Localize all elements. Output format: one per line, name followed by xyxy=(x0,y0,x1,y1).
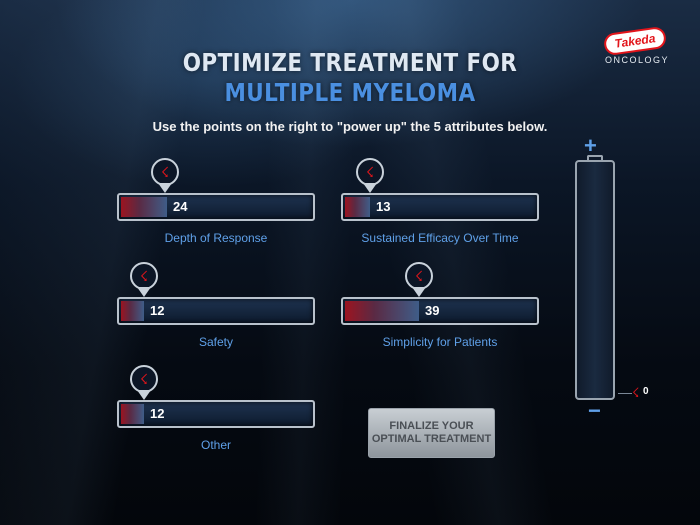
lightning-bolt-icon: ☇ xyxy=(632,385,640,400)
attribute-value: 39 xyxy=(425,303,440,318)
page-title-line2: MULTIPLE MYELOMA xyxy=(224,78,476,107)
attribute-bar[interactable]: 39 xyxy=(341,297,539,325)
lightning-bolt-icon: ☇ xyxy=(356,158,384,186)
attribute-bar[interactable]: 13 xyxy=(341,193,539,221)
remaining-points-indicator: ☇ 0 xyxy=(618,385,658,400)
attribute-value: 13 xyxy=(376,199,391,214)
attribute-bar[interactable]: 12 xyxy=(117,400,315,428)
attribute-other: ☇ 12 Other xyxy=(117,365,317,452)
points-battery-meter[interactable] xyxy=(575,160,615,400)
attribute-bar-fill xyxy=(121,197,167,217)
power-up-pin[interactable]: ☇ xyxy=(130,365,158,403)
lightning-bolt-icon: ☇ xyxy=(405,262,433,290)
attribute-label: Sustained Efficacy Over Time xyxy=(361,231,519,245)
attribute-value: 24 xyxy=(173,199,188,214)
attribute-value: 12 xyxy=(150,303,165,318)
lightning-bolt-icon: ☇ xyxy=(130,262,158,290)
page-title-line1: OPTIMIZE TREATMENT FOR xyxy=(182,48,518,77)
remaining-points-value: 0 xyxy=(643,386,649,397)
lightning-bolt-icon: ☇ xyxy=(151,158,179,186)
power-up-pin[interactable]: ☇ xyxy=(356,158,384,196)
attribute-depth-of-response: ☇ 24 Depth of Response xyxy=(117,158,317,245)
logo-brand: Takeda xyxy=(613,31,657,51)
minus-icon: − xyxy=(588,398,601,423)
takeda-oncology-logo: Takeda ONCOLOGY xyxy=(592,25,682,70)
power-up-pin[interactable]: ☇ xyxy=(405,262,433,300)
attribute-bar-fill xyxy=(121,404,144,424)
attribute-value: 12 xyxy=(150,406,165,421)
power-up-pin[interactable]: ☇ xyxy=(151,158,179,196)
attribute-label: Depth of Response xyxy=(164,231,268,245)
instructions-text: Use the points on the right to "power up… xyxy=(152,119,548,134)
attribute-label: Safety xyxy=(198,335,234,349)
attribute-bar-fill xyxy=(121,301,144,321)
attribute-label: Other xyxy=(200,438,231,452)
attribute-safety: ☇ 12 Safety xyxy=(117,262,317,349)
power-up-pin[interactable]: ☇ xyxy=(130,262,158,300)
attribute-simplicity: ☇ 39 Simplicity for Patients xyxy=(341,262,541,349)
attribute-bar[interactable]: 24 xyxy=(117,193,315,221)
logo-badge: Takeda xyxy=(602,25,668,57)
attribute-bar[interactable]: 12 xyxy=(117,297,315,325)
attribute-label: Simplicity for Patients xyxy=(382,335,498,349)
attribute-sustained-efficacy: ☇ 13 Sustained Efficacy Over Time xyxy=(341,158,541,245)
lightning-bolt-icon: ☇ xyxy=(130,365,158,393)
attribute-bar-fill xyxy=(345,197,370,217)
attribute-bar-fill xyxy=(345,301,419,321)
logo-subtitle: ONCOLOGY xyxy=(604,55,669,65)
finalize-button[interactable]: FINALIZE YOUR OPTIMAL TREATMENT xyxy=(368,408,495,458)
